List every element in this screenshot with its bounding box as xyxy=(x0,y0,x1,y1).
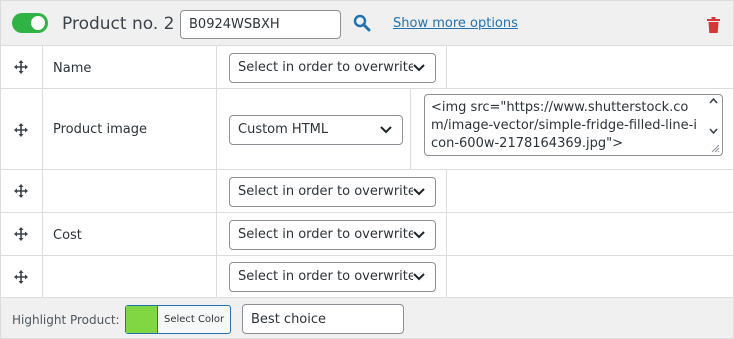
field-row-empty: Select in order to overwrite... xyxy=(1,170,733,213)
toggle-knob xyxy=(31,16,45,30)
select-value: Select in order to overwrite... xyxy=(238,184,413,199)
product-enabled-toggle[interactable] xyxy=(12,13,48,33)
row-label: Product image xyxy=(53,122,147,137)
move-icon[interactable] xyxy=(14,270,28,284)
custom-html-value: <img src="https://www.shutterstock.com/i… xyxy=(431,100,697,151)
select-color-label: Select Color xyxy=(164,314,225,325)
color-swatch xyxy=(126,306,158,333)
trash-icon[interactable] xyxy=(707,17,720,33)
product-panel: Product no. 2 Show more options Name Sel… xyxy=(0,0,734,339)
show-more-options-link[interactable]: Show more options xyxy=(393,16,518,32)
resize-grip-icon[interactable] xyxy=(711,144,720,153)
move-icon[interactable] xyxy=(14,123,28,137)
move-icon[interactable] xyxy=(14,184,28,198)
custom-html-textarea[interactable]: <img src="https://www.shutterstock.com/i… xyxy=(424,94,723,156)
highlight-text-value: Best choice xyxy=(251,312,327,327)
chevron-down-icon xyxy=(413,273,425,281)
product-header: Product no. 2 Show more options xyxy=(1,1,733,46)
row-label: Cost xyxy=(53,228,82,243)
select-value: Select in order to overwrite... xyxy=(238,269,413,284)
field-row-cost: Cost Select in order to overwrite... xyxy=(1,213,733,256)
scroll-up-icon[interactable] xyxy=(709,98,718,104)
search-icon[interactable] xyxy=(353,14,371,32)
scroll-down-icon[interactable] xyxy=(709,128,718,134)
product-title: Product no. 2 xyxy=(62,14,175,34)
move-icon[interactable] xyxy=(14,60,28,74)
highlight-text-input[interactable]: Best choice xyxy=(242,304,404,334)
highlight-product-label: Highlight Product: xyxy=(12,313,120,327)
overwrite-select[interactable]: Custom HTML xyxy=(229,115,403,145)
chevron-down-icon xyxy=(380,126,392,134)
select-value: Select in order to overwrite... xyxy=(238,60,413,75)
chevron-down-icon xyxy=(413,64,425,72)
select-value: Select in order to overwrite... xyxy=(238,227,413,242)
move-icon[interactable] xyxy=(14,227,28,241)
overwrite-select[interactable]: Select in order to overwrite... xyxy=(229,177,436,207)
select-color-button[interactable]: Select Color xyxy=(125,305,231,334)
overwrite-select[interactable]: Select in order to overwrite... xyxy=(229,220,436,250)
field-row-name: Name Select in order to overwrite... xyxy=(1,46,733,89)
row-label: Name xyxy=(53,61,92,76)
overwrite-select[interactable]: Select in order to overwrite... xyxy=(229,53,436,83)
sku-input[interactable] xyxy=(180,10,341,39)
chevron-down-icon xyxy=(413,188,425,196)
field-row-product-image: Product image Custom HTML <img src="http… xyxy=(1,89,733,170)
chevron-down-icon xyxy=(413,231,425,239)
overwrite-select[interactable]: Select in order to overwrite... xyxy=(229,262,436,292)
field-row-empty: Select in order to overwrite... xyxy=(1,256,733,298)
